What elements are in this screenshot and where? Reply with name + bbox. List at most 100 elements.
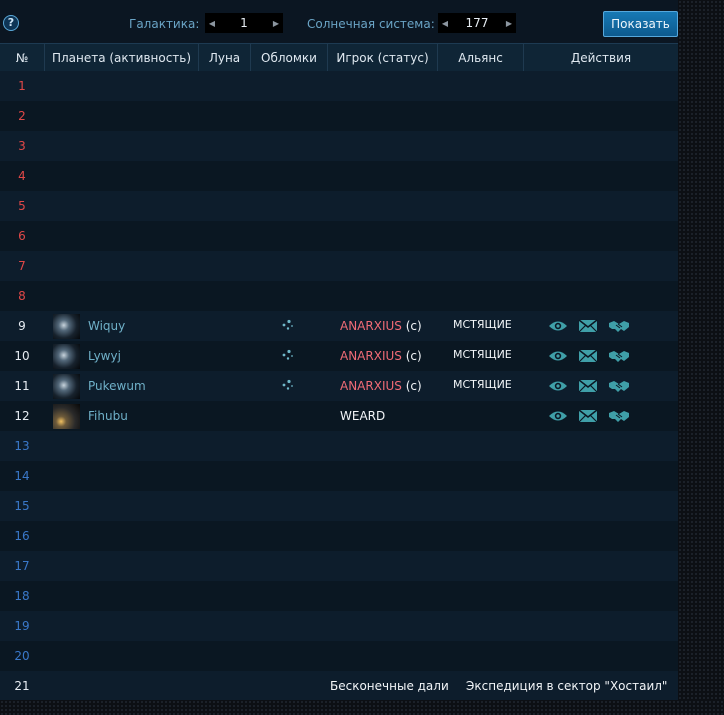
- position-number: 8: [18, 289, 26, 303]
- planet-thumbnail[interactable]: [53, 374, 80, 399]
- position-number: 9: [18, 319, 26, 333]
- debris-field-icon[interactable]: [280, 319, 294, 331]
- handshake-icon[interactable]: [608, 318, 629, 334]
- position-number: 12: [14, 409, 30, 423]
- table-row: 3: [0, 131, 678, 161]
- player-status: (c): [405, 349, 422, 363]
- planet-thumbnail[interactable]: [53, 404, 80, 429]
- position-number: 6: [18, 229, 26, 243]
- table-row: 17: [0, 551, 678, 581]
- system-stepper: ◀ 177 ▶: [438, 13, 516, 33]
- mail-icon[interactable]: [578, 348, 598, 364]
- table-row: 15: [0, 491, 678, 521]
- table-row: 18: [0, 581, 678, 611]
- col-debris: Обломки: [251, 44, 328, 72]
- player-name[interactable]: ANARXIUS: [340, 349, 402, 363]
- table-row: 12 Fihubu WEARD: [0, 401, 678, 431]
- table-row: 20: [0, 641, 678, 671]
- galaxy-input[interactable]: 1: [219, 16, 269, 30]
- player-cell[interactable]: ANARXIUS (c): [340, 371, 422, 401]
- row-actions: [548, 408, 629, 424]
- player-cell[interactable]: ANARXIUS (c): [340, 311, 422, 341]
- player-name[interactable]: ANARXIUS: [340, 319, 402, 333]
- row-actions: [548, 348, 629, 364]
- debris-field-icon[interactable]: [280, 379, 294, 391]
- eye-icon[interactable]: [548, 408, 568, 424]
- position-number: 5: [18, 199, 26, 213]
- eye-icon[interactable]: [548, 348, 568, 364]
- handshake-icon[interactable]: [608, 408, 629, 424]
- handshake-icon[interactable]: [608, 378, 629, 394]
- system-next-arrow-icon[interactable]: ▶: [502, 13, 516, 33]
- galaxy-stepper: ◀ 1 ▶: [205, 13, 283, 33]
- col-planet: Планета (активность): [45, 44, 199, 72]
- galaxy-label: Галактика:: [129, 17, 200, 31]
- position-number: 11: [14, 379, 30, 393]
- expedition-link[interactable]: Экспедиция в сектор "Хостаил": [466, 671, 667, 701]
- alliance-name[interactable]: МСТЯЩИЕ: [453, 341, 512, 369]
- col-alliance: Альянс: [438, 44, 524, 72]
- galaxy-prev-arrow-icon[interactable]: ◀: [205, 13, 219, 33]
- alliance-name[interactable]: МСТЯЩИЕ: [453, 371, 512, 399]
- planet-name[interactable]: Pukewum: [88, 371, 146, 401]
- far-space-link[interactable]: Бесконечные дали: [330, 671, 449, 701]
- mail-icon[interactable]: [578, 408, 598, 424]
- mail-icon[interactable]: [578, 318, 598, 334]
- col-position: №: [0, 44, 45, 72]
- planet-thumbnail[interactable]: [53, 344, 80, 369]
- position-number: 21: [14, 679, 30, 693]
- planet-name[interactable]: Fihubu: [88, 401, 128, 431]
- table-row: 14: [0, 461, 678, 491]
- table-row: 10 Lywyj ANARXIUS (c) МСТЯЩИЕ: [0, 341, 678, 371]
- player-name[interactable]: WEARD: [340, 409, 385, 423]
- col-actions: Действия: [570, 51, 632, 65]
- table-row: 6: [0, 221, 678, 251]
- position-number: 2: [18, 109, 26, 123]
- handshake-icon[interactable]: [608, 348, 629, 364]
- table-row: 8: [0, 281, 678, 311]
- background-pattern-bottom: [0, 700, 724, 715]
- position-number: 3: [18, 139, 26, 153]
- mail-icon[interactable]: [578, 378, 598, 394]
- help-icon[interactable]: ?: [3, 15, 19, 31]
- table-row: 16: [0, 521, 678, 551]
- position-number: 4: [18, 169, 26, 183]
- eye-icon[interactable]: [548, 378, 568, 394]
- eye-icon[interactable]: [548, 318, 568, 334]
- galaxy-view: ? Галактика: ◀ 1 ▶ Солнечная система: ◀ …: [0, 0, 678, 701]
- position-number: 15: [14, 499, 30, 513]
- position-number: 17: [14, 559, 30, 573]
- planet-thumbnail[interactable]: [53, 314, 80, 339]
- system-label: Солнечная система:: [307, 17, 435, 31]
- galaxy-next-arrow-icon[interactable]: ▶: [269, 13, 283, 33]
- row-actions: [548, 378, 629, 394]
- table-row: 5: [0, 191, 678, 221]
- table-row: 11 Pukewum ANARXIUS (c) МСТЯЩИЕ: [0, 371, 678, 401]
- galaxy-navigation: ? Галактика: ◀ 1 ▶ Солнечная система: ◀ …: [0, 8, 678, 40]
- alliance-name[interactable]: МСТЯЩИЕ: [453, 311, 512, 339]
- position-number: 19: [14, 619, 30, 633]
- table-row: 13: [0, 431, 678, 461]
- table-row: 4: [0, 161, 678, 191]
- player-status: (c): [405, 319, 422, 333]
- planet-name[interactable]: Lywyj: [88, 341, 121, 371]
- position-number: 10: [14, 349, 30, 363]
- position-number: 13: [14, 439, 30, 453]
- table-row: 19: [0, 611, 678, 641]
- player-cell[interactable]: ANARXIUS (c): [340, 341, 422, 371]
- system-input[interactable]: 177: [452, 16, 502, 30]
- planet-name[interactable]: Wiquy: [88, 311, 125, 341]
- debris-field-icon[interactable]: [280, 349, 294, 361]
- show-button[interactable]: Показать: [603, 11, 678, 37]
- position-number: 16: [14, 529, 30, 543]
- position-number: 20: [14, 649, 30, 663]
- col-moon: Луна: [199, 44, 251, 72]
- position-number: 1: [18, 79, 26, 93]
- player-cell[interactable]: WEARD: [340, 401, 385, 431]
- table-row: 9 Wiquy ANARXIUS (c) МСТЯЩИЕ: [0, 311, 678, 341]
- position-number: 18: [14, 589, 30, 603]
- system-prev-arrow-icon[interactable]: ◀: [438, 13, 452, 33]
- table-header: № Планета (активность) Луна Обломки Игро…: [0, 43, 678, 72]
- player-name[interactable]: ANARXIUS: [340, 379, 402, 393]
- position-number: 14: [14, 469, 30, 483]
